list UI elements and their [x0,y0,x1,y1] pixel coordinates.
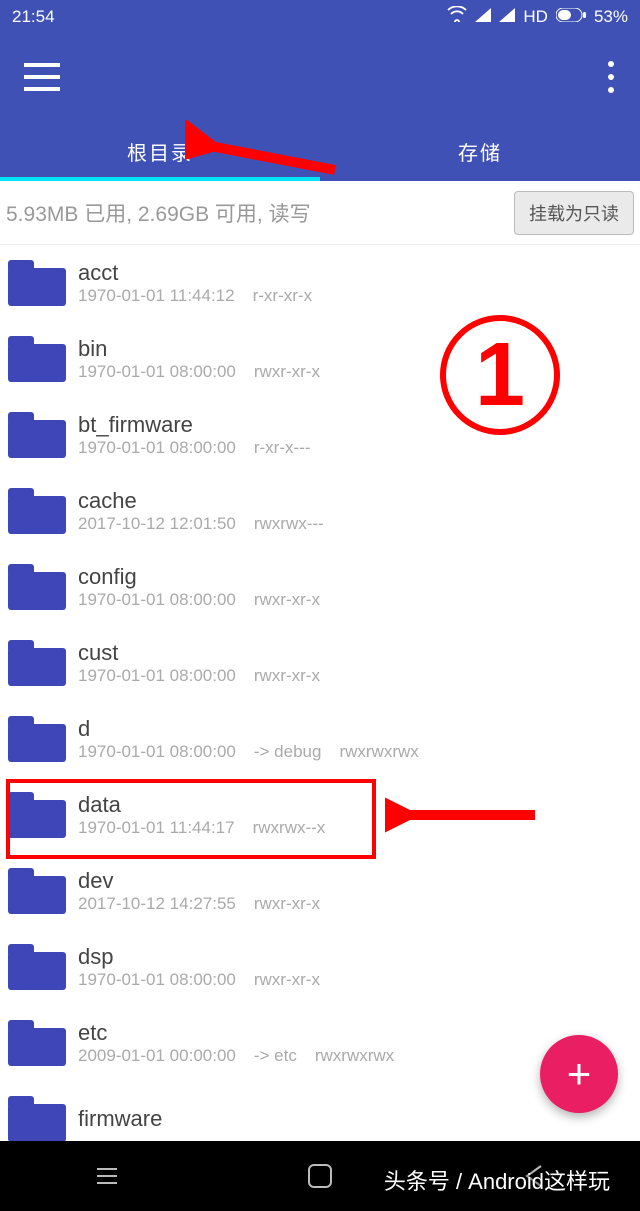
list-item-info: bin1970-01-01 08:00:00rwxr-xr-x [78,336,632,382]
list-item-info: cache2017-10-12 12:01:50rwxrwx--- [78,488,632,534]
list-item-info: bt_firmware1970-01-01 08:00:00r-xr-x--- [78,412,632,458]
status-right: HD 53% [447,6,628,27]
list-item-info: dev2017-10-12 14:27:55rwxr-xr-x [78,868,632,914]
list-item[interactable]: data1970-01-01 11:44:17rwxrwx--x [0,777,640,853]
folder-icon [8,716,66,762]
list-item-name: cache [78,488,632,514]
list-item[interactable]: bt_firmware1970-01-01 08:00:00r-xr-x--- [0,397,640,473]
folder-icon [8,640,66,686]
list-item-info: data1970-01-01 11:44:17rwxrwx--x [78,792,632,838]
list-item-meta: 2017-10-12 14:27:55rwxr-xr-x [78,894,632,914]
list-item-info: d1970-01-01 08:00:00-> debugrwxrwxrwx [78,716,632,762]
folder-icon [8,868,66,914]
overflow-icon[interactable] [606,61,616,93]
fab-add-button[interactable]: + [540,1035,618,1113]
list-item-info: firmware [78,1106,632,1132]
folder-icon [8,564,66,610]
tab-storage[interactable]: 存储 [320,121,640,181]
plus-icon: + [567,1050,592,1098]
battery-text: 53% [594,7,628,27]
signal-icon-2 [499,7,515,27]
folder-icon [8,792,66,838]
tab-bar: 根目录 存储 [0,121,640,181]
list-item-name: firmware [78,1106,632,1132]
list-item-meta: 1970-01-01 08:00:00-> debugrwxrwxrwx [78,742,632,762]
list-item-meta: 1970-01-01 11:44:17rwxrwx--x [78,818,632,838]
list-item-info: dsp1970-01-01 08:00:00rwxr-xr-x [78,944,632,990]
list-item-name: etc [78,1020,632,1046]
list-item-meta: 2017-10-12 12:01:50rwxrwx--- [78,514,632,534]
list-item-meta: 1970-01-01 08:00:00rwxr-xr-x [78,970,632,990]
list-item-name: acct [78,260,632,286]
signal-icon-1 [475,7,491,27]
list-item[interactable]: dsp1970-01-01 08:00:00rwxr-xr-x [0,929,640,1005]
nav-home-button[interactable] [295,1151,345,1201]
list-item[interactable]: config1970-01-01 08:00:00rwxr-xr-x [0,549,640,625]
mount-readonly-button[interactable]: 挂载为只读 [514,191,634,235]
wifi-icon [447,6,467,27]
list-item-name: cust [78,640,632,666]
tab-root[interactable]: 根目录 [0,121,320,181]
list-item-name: d [78,716,632,742]
list-item-info: cust1970-01-01 08:00:00rwxr-xr-x [78,640,632,686]
app-toolbar [0,33,640,121]
list-item[interactable]: acct1970-01-01 11:44:12r-xr-xr-x [0,245,640,321]
storage-info: 5.93MB 已用, 2.69GB 可用, 读写 [6,198,504,228]
list-item-meta: 1970-01-01 08:00:00rwxr-xr-x [78,666,632,686]
list-item-meta: 1970-01-01 11:44:12r-xr-xr-x [78,286,632,306]
list-item[interactable]: bin1970-01-01 08:00:00rwxr-xr-x [0,321,640,397]
list-item[interactable]: cust1970-01-01 08:00:00rwxr-xr-x [0,625,640,701]
list-item-name: dev [78,868,632,894]
list-item-name: bin [78,336,632,362]
info-bar: 5.93MB 已用, 2.69GB 可用, 读写 挂载为只读 [0,181,640,245]
list-item[interactable]: cache2017-10-12 12:01:50rwxrwx--- [0,473,640,549]
file-list: acct1970-01-01 11:44:12r-xr-xr-xbin1970-… [0,245,640,1157]
list-item-name: dsp [78,944,632,970]
folder-icon [8,944,66,990]
status-bar: 21:54 HD 53% [0,0,640,33]
battery-icon [556,7,586,27]
list-item[interactable]: dev2017-10-12 14:27:55rwxr-xr-x [0,853,640,929]
list-item-info: acct1970-01-01 11:44:12r-xr-xr-x [78,260,632,306]
folder-icon [8,336,66,382]
list-item-meta: 1970-01-01 08:00:00rwxr-xr-x [78,590,632,610]
folder-icon [8,1020,66,1066]
folder-icon [8,1096,66,1142]
list-item-meta: 1970-01-01 08:00:00r-xr-x--- [78,438,632,458]
watermark: 头条号 / Android这样玩 [384,1164,610,1196]
list-item-name: data [78,792,632,818]
folder-icon [8,412,66,458]
status-time: 21:54 [12,7,55,27]
tab-indicator [0,177,320,181]
list-item-name: config [78,564,632,590]
nav-recent-button[interactable] [82,1151,132,1201]
list-item-info: config1970-01-01 08:00:00rwxr-xr-x [78,564,632,610]
list-item[interactable]: d1970-01-01 08:00:00-> debugrwxrwxrwx [0,701,640,777]
list-item-meta: 1970-01-01 08:00:00rwxr-xr-x [78,362,632,382]
hd-text: HD [523,7,548,27]
folder-icon [8,260,66,306]
menu-icon[interactable] [24,63,60,91]
folder-icon [8,488,66,534]
list-item-name: bt_firmware [78,412,632,438]
